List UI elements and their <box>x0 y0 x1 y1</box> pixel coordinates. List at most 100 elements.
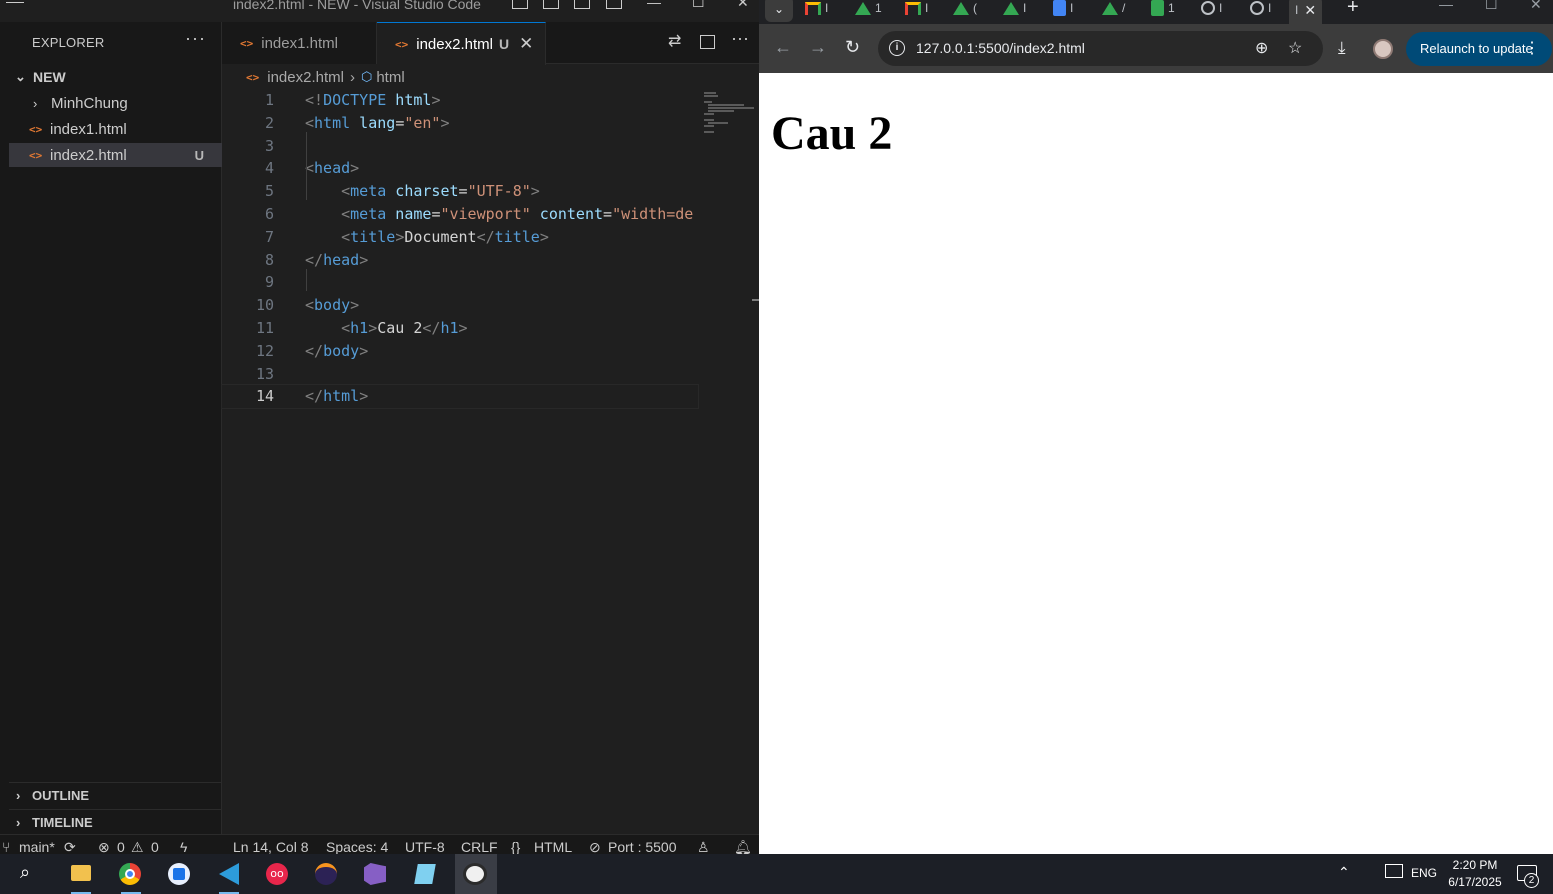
chrome-tab[interactable]: I <box>1053 0 1073 18</box>
chrome-menu-icon[interactable]: ⋮ <box>1524 32 1540 66</box>
breadcrumb-file[interactable]: index2.html <box>267 69 344 86</box>
back-icon[interactable]: ← <box>774 37 792 58</box>
relaunch-to-update-button[interactable]: Relaunch to update ⋮ <box>1406 32 1552 66</box>
clock[interactable]: 2:20 PM 6/17/2025 <box>1444 857 1506 891</box>
close-tab-icon[interactable]: ✕ <box>519 34 533 54</box>
minimize-icon[interactable]: — <box>1439 0 1453 12</box>
new-tab-icon[interactable]: + <box>1347 0 1359 19</box>
code-line[interactable]: 10 <body> <box>222 294 698 317</box>
status-cursor-position[interactable]: Ln 14, Col 8 <box>233 839 309 855</box>
code-line[interactable]: 9 <box>222 271 698 294</box>
chrome-tab[interactable]: I <box>1250 0 1271 18</box>
address-bar[interactable]: i 127.0.0.1:5500/index2.html ⊕ ☆ <box>878 31 1323 66</box>
snipping-tool-icon[interactable] <box>455 854 497 894</box>
tab-index2[interactable]: <> index2.html U ✕ <box>377 22 546 65</box>
chrome-tab[interactable]: / <box>1102 0 1125 18</box>
code-line[interactable]: 12 </body> <box>222 340 698 363</box>
status-eol[interactable]: CRLF <box>461 839 498 855</box>
chrome-icon[interactable] <box>118 862 144 894</box>
timeline-section[interactable]: › TIMELINE <box>9 809 222 835</box>
status-errors[interactable]: 0 <box>117 839 125 855</box>
minimap[interactable] <box>699 89 757 139</box>
chrome-tab[interactable]: I <box>1201 0 1222 18</box>
code-line[interactable]: 14 </html> <box>221 384 699 410</box>
search-icon[interactable]: ⌕ <box>20 862 30 883</box>
code-line[interactable]: 2 <html lang="en"> <box>222 112 698 135</box>
eclipse-icon[interactable] <box>314 862 340 886</box>
split-editor-icon[interactable] <box>700 35 715 49</box>
breadcrumb-symbol[interactable]: html <box>376 69 404 86</box>
chrome-tab-active[interactable]: I ✕ <box>1289 0 1323 24</box>
tree-item-index1[interactable]: <> index1.html <box>9 117 222 141</box>
open-changes-icon[interactable]: ⇄ <box>668 31 681 51</box>
chrome-tab-label: I <box>1219 1 1223 15</box>
code-line[interactable]: 5 <meta charset="UTF-8"> <box>222 180 698 203</box>
chrome-tab[interactable]: I <box>1003 0 1026 18</box>
file-explorer-icon[interactable] <box>68 862 94 894</box>
chevron-up-icon[interactable]: ⌃ <box>1338 864 1350 881</box>
zoom-icon[interactable]: ⊕ <box>1255 38 1268 58</box>
code-line[interactable]: 3 <box>222 135 698 158</box>
code-line[interactable]: 1 <!DOCTYPE html> <box>222 89 698 112</box>
chrome-tab[interactable]: 1 <box>855 0 882 18</box>
forward-icon[interactable]: → <box>809 37 827 58</box>
toggle-panel-icon[interactable] <box>543 0 559 9</box>
more-actions-icon[interactable]: ··· <box>731 28 749 49</box>
tab-index1[interactable]: <> index1.html <box>222 22 377 64</box>
toggle-secondary-sidebar-icon[interactable] <box>574 0 590 9</box>
code-line[interactable]: 7 <title>Document</title> <box>222 226 698 249</box>
close-tab-icon[interactable]: ✕ <box>1304 2 1316 19</box>
network-icon[interactable] <box>1385 864 1403 878</box>
code-line[interactable]: 11 <h1>Cau 2</h1> <box>222 317 698 340</box>
status-language[interactable]: HTML <box>534 839 572 855</box>
avatar[interactable] <box>1373 39 1393 59</box>
explorer-more-icon[interactable]: ··· <box>185 28 206 49</box>
status-warnings[interactable]: 0 <box>151 839 159 855</box>
code-line[interactable]: 8 </head> <box>222 249 698 272</box>
reload-icon[interactable]: ↻ <box>845 37 860 58</box>
breadcrumb: <> index2.html › ⬡ html <box>246 67 405 87</box>
app-icon[interactable]: oo <box>265 862 291 886</box>
visual-studio-icon[interactable] <box>363 862 389 886</box>
chevron-right-icon: › <box>33 95 38 111</box>
code-line[interactable]: 13 <box>222 363 698 386</box>
code-line[interactable]: 6 <meta name="viewport" content="width=d… <box>222 203 698 226</box>
chrome-tab[interactable]: 1 <box>1151 0 1175 18</box>
status-encoding[interactable]: UTF-8 <box>405 839 445 855</box>
tree-item-index2[interactable]: <> index2.html U <box>9 143 222 167</box>
app-icon[interactable] <box>167 862 193 886</box>
tree-item-minhchung[interactable]: › MinhChung <box>9 91 222 115</box>
maximize-icon[interactable]: ☐ <box>1485 0 1498 13</box>
url-text[interactable]: 127.0.0.1:5500/index2.html <box>916 40 1085 56</box>
status-branch[interactable]: main* <box>19 839 55 855</box>
code-line[interactable]: 4 <head> <box>222 157 698 180</box>
tab-search-button[interactable]: ⌄ <box>765 0 793 22</box>
chrome-tab[interactable]: ( <box>953 0 977 18</box>
outline-section[interactable]: › OUTLINE <box>9 782 222 808</box>
lightning-icon[interactable]: ϟ <box>180 839 187 855</box>
code-editor[interactable]: 1 <!DOCTYPE html> 2 <html lang="en"> 3 4 <head… <box>221 89 699 410</box>
site-info-icon[interactable]: i <box>889 40 905 56</box>
vscode-icon[interactable] <box>216 862 242 894</box>
gmail-icon <box>805 1 821 15</box>
menu-icon[interactable] <box>6 0 26 10</box>
close-window-icon[interactable]: ✕ <box>737 0 749 11</box>
status-live-server-port[interactable]: Port : 5500 <box>608 839 677 855</box>
toggle-primary-sidebar-icon[interactable] <box>512 0 528 9</box>
chrome-tab[interactable]: I <box>805 0 828 18</box>
customize-layout-icon[interactable] <box>606 0 622 9</box>
bookmark-star-icon[interactable]: ☆ <box>1288 38 1302 58</box>
folder-root[interactable]: ⌄ NEW <box>9 65 222 89</box>
line-number: 14 <box>255 387 274 406</box>
maximize-icon[interactable]: ☐ <box>692 0 705 11</box>
minimize-icon[interactable]: — <box>647 0 661 10</box>
language-indicator[interactable]: ENG <box>1411 866 1437 880</box>
editor-scrollbar[interactable] <box>752 299 759 301</box>
close-window-icon[interactable]: ✕ <box>1530 0 1542 13</box>
status-indentation[interactable]: Spaces: 4 <box>326 839 388 855</box>
notepad-icon[interactable] <box>412 862 438 886</box>
chrome-tab[interactable]: I <box>905 0 928 18</box>
download-icon[interactable]: ⤓ <box>1338 38 1346 58</box>
branch-icon: ⑂ <box>2 839 11 855</box>
chevron-right-icon: › <box>16 815 21 830</box>
